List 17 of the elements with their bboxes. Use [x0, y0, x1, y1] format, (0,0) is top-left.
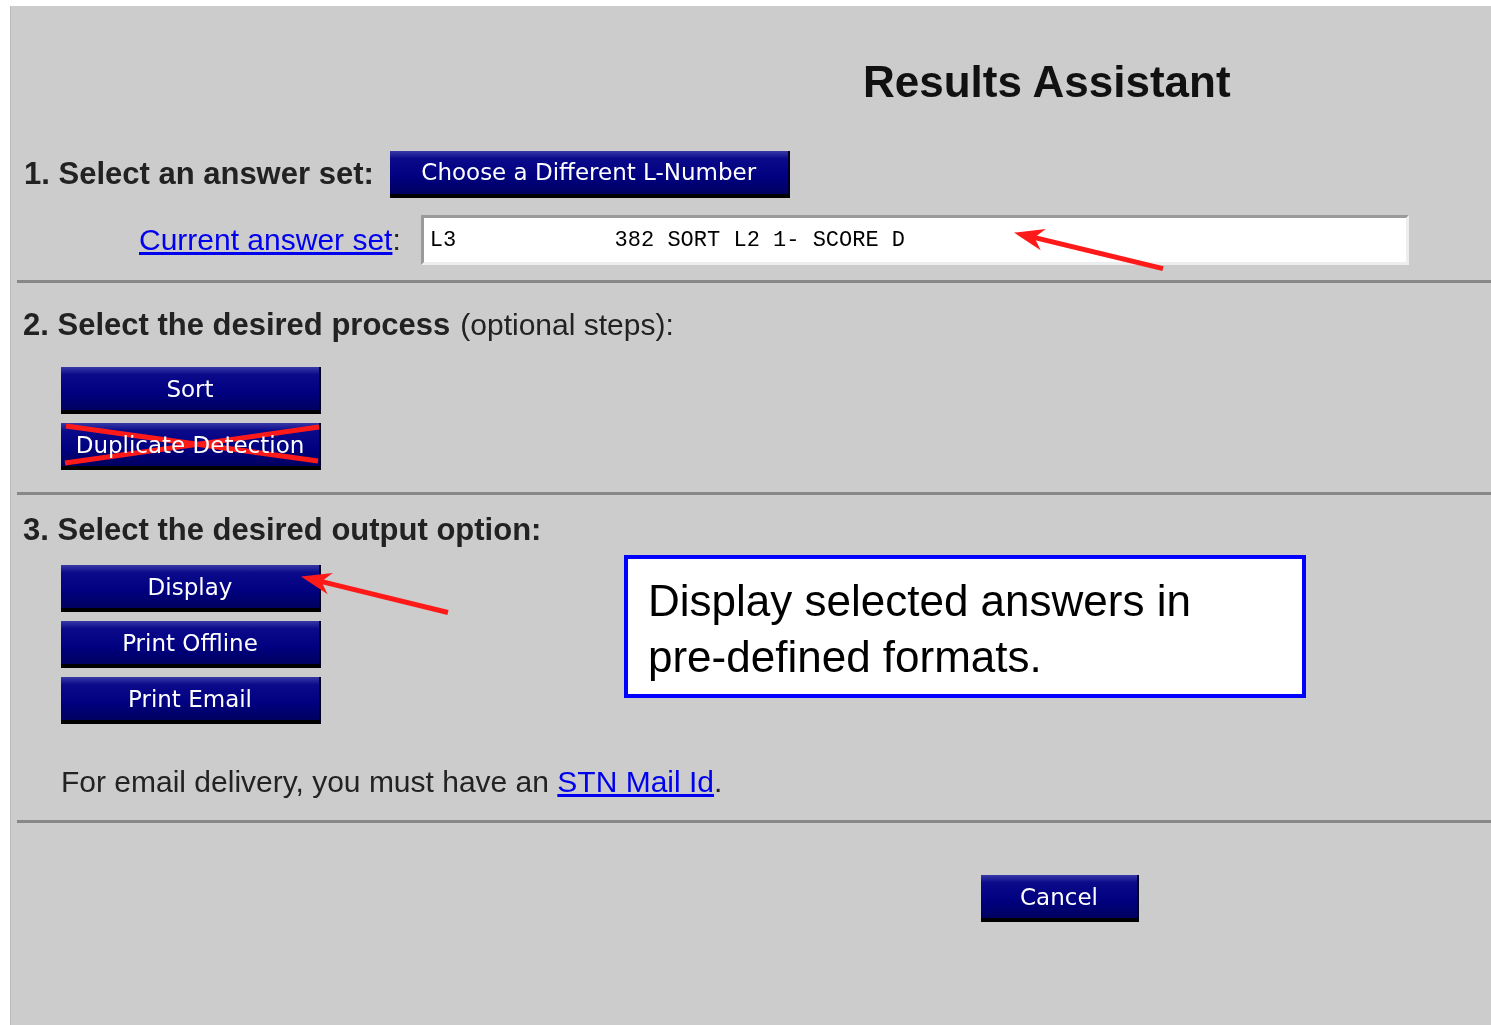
cancel-button[interactable]: Cancel — [981, 875, 1139, 922]
page-title: Results Assistant — [862, 56, 1232, 108]
process-button[interactable]: Sort — [61, 367, 321, 414]
choose-l-number-button[interactable]: Choose a Different L-Number — [389, 150, 790, 198]
stn-mail-id-link[interactable]: STN Mail Id — [557, 765, 715, 798]
callout-box: Display selected answers in pre-defined formats. — [624, 555, 1306, 698]
colon-text: : — [392, 223, 401, 257]
email-note: For email delivery, you must have an STN Mail Id. — [61, 765, 723, 799]
answer-set-link[interactable]: Current answer set — [139, 223, 393, 257]
output-button[interactable]: Print Email — [61, 677, 321, 724]
step-heading: 1. Select an answer set: — [24, 156, 374, 192]
output-button[interactable]: Display — [61, 565, 321, 612]
step-heading: 3. Select the desired output option: — [23, 512, 542, 548]
step-hint: (optional steps): — [460, 308, 674, 342]
output-button[interactable]: Print Offline — [61, 621, 321, 668]
answer-set-field[interactable]: L3 382 SORT L2 1- SCORE D — [420, 215, 1409, 265]
step-heading: 2. Select the desired process — [23, 307, 451, 343]
